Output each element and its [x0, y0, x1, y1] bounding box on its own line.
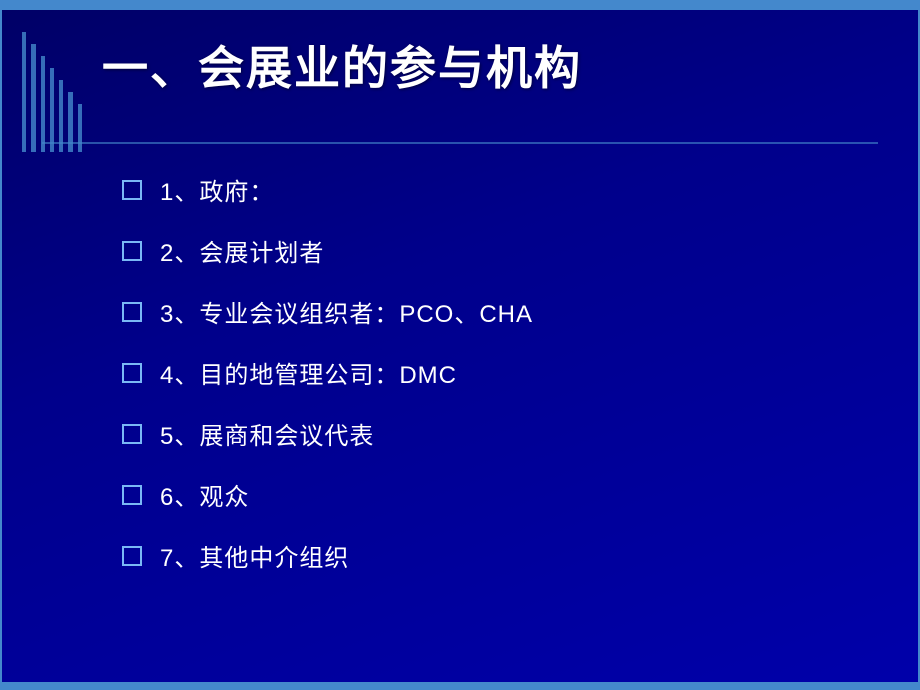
list-item-7: 7、其他中介组织 — [122, 538, 858, 573]
title-separator — [42, 142, 878, 144]
item-text-2: 2、会展计划者 — [160, 233, 324, 268]
item-text-1: 1、政府： — [160, 172, 274, 207]
left-decoration — [22, 32, 82, 152]
checkbox-icon-4 — [122, 363, 142, 383]
top-decorative-bar — [2, 2, 918, 10]
item-text-5: 5、展商和会议代表 — [160, 416, 374, 451]
list-item-4: 4、目的地管理公司：DMC — [122, 355, 858, 390]
checkbox-icon-7 — [122, 546, 142, 566]
list-item-1: 1、政府： — [122, 172, 858, 207]
item-text-3: 3、专业会议组织者：PCO、CHA — [160, 294, 533, 329]
item-text-6: 6、观众 — [160, 477, 249, 512]
checkbox-icon-3 — [122, 302, 142, 322]
checkbox-icon-5 — [122, 424, 142, 444]
checkbox-icon-1 — [122, 180, 142, 200]
vert-line-2 — [31, 44, 35, 152]
item-text-4: 4、目的地管理公司：DMC — [160, 355, 457, 390]
list-item-2: 2、会展计划者 — [122, 233, 858, 268]
vert-line-4 — [50, 68, 54, 152]
slide: 一、会展业的参与机构 1、政府： 2、会展计划者 3、专业会议组织者：PCO、C… — [0, 0, 920, 690]
vert-line-3 — [41, 56, 45, 152]
slide-title: 一、会展业的参与机构 — [102, 32, 878, 98]
list-item-6: 6、观众 — [122, 477, 858, 512]
bottom-decorative-bar — [2, 682, 918, 688]
checkbox-icon-6 — [122, 485, 142, 505]
content-area: 1、政府： 2、会展计划者 3、专业会议组织者：PCO、CHA 4、目的地管理公… — [122, 172, 858, 599]
vert-line-1 — [22, 32, 26, 152]
title-area: 一、会展业的参与机构 — [102, 32, 878, 98]
checkbox-icon-2 — [122, 241, 142, 261]
list-item-3: 3、专业会议组织者：PCO、CHA — [122, 294, 858, 329]
vert-line-7 — [78, 104, 82, 152]
list-item-5: 5、展商和会议代表 — [122, 416, 858, 451]
item-text-7: 7、其他中介组织 — [160, 538, 349, 573]
